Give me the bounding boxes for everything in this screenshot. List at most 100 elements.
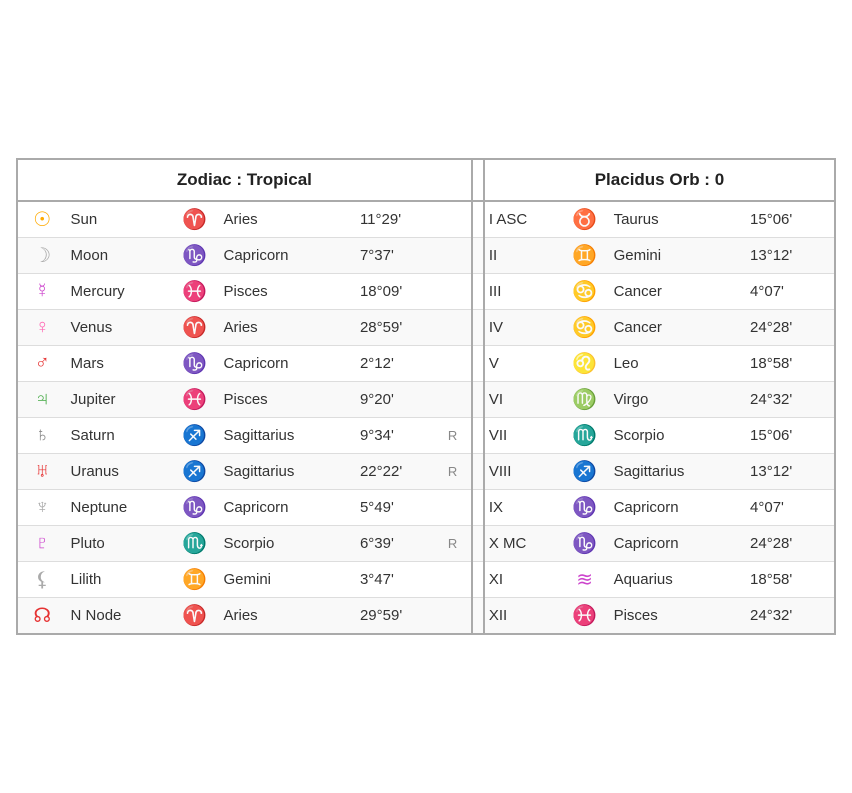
table-row: ☽ Moon ♑ Capricorn 7°37' II ♊ Gemini 13°… bbox=[18, 238, 834, 274]
left-sign-symbol: ♑ bbox=[170, 346, 220, 382]
retrograde: R bbox=[444, 526, 472, 562]
left-sign-name: Sagittarius bbox=[220, 454, 356, 490]
planet-name: Sun bbox=[67, 201, 170, 238]
planet-name: Jupiter bbox=[67, 382, 170, 418]
planet-symbol: ♅ bbox=[18, 454, 67, 490]
table-row: ☉ Sun ♈ Aries 11°29' I ASC ♉ Taurus 15°0… bbox=[18, 201, 834, 238]
left-sign-symbol: ♈ bbox=[170, 310, 220, 346]
house-label: VII bbox=[484, 418, 560, 454]
right-sign-symbol: ♓ bbox=[560, 598, 610, 634]
right-sign-name: Gemini bbox=[610, 238, 746, 274]
right-degree: 15°06' bbox=[746, 201, 834, 238]
right-degree: 24°28' bbox=[746, 526, 834, 562]
right-degree: 24°32' bbox=[746, 382, 834, 418]
left-degree: 28°59' bbox=[356, 310, 444, 346]
table-row: ♃ Jupiter ♓ Pisces 9°20' VI ♍ Virgo 24°3… bbox=[18, 382, 834, 418]
planet-name: Mars bbox=[67, 346, 170, 382]
right-sign-symbol: ♑ bbox=[560, 490, 610, 526]
retrograde bbox=[444, 382, 472, 418]
house-label: V bbox=[484, 346, 560, 382]
divider-cell bbox=[472, 418, 484, 454]
retrograde: R bbox=[444, 454, 472, 490]
divider-cell bbox=[472, 562, 484, 598]
planet-symbol: ♀ bbox=[18, 310, 67, 346]
retrograde bbox=[444, 274, 472, 310]
table-row: ♀ Venus ♈ Aries 28°59' IV ♋ Cancer 24°28… bbox=[18, 310, 834, 346]
divider-cell bbox=[472, 382, 484, 418]
left-degree: 2°12' bbox=[356, 346, 444, 382]
planet-symbol: ♂ bbox=[18, 346, 67, 382]
table-row: ☿ Mercury ♓ Pisces 18°09' III ♋ Cancer 4… bbox=[18, 274, 834, 310]
table-row: ⚸ Lilith ♊ Gemini 3°47' XI ≋ Aquarius 18… bbox=[18, 562, 834, 598]
house-label: XII bbox=[484, 598, 560, 634]
main-table-container: Zodiac : Tropical Placidus Orb : 0 ☉ Sun… bbox=[16, 158, 836, 635]
left-degree: 29°59' bbox=[356, 598, 444, 634]
planet-name: Uranus bbox=[67, 454, 170, 490]
retrograde bbox=[444, 490, 472, 526]
house-label: III bbox=[484, 274, 560, 310]
planet-name: N Node bbox=[67, 598, 170, 634]
table-row: ♆ Neptune ♑ Capricorn 5°49' IX ♑ Caprico… bbox=[18, 490, 834, 526]
retrograde bbox=[444, 562, 472, 598]
retrograde bbox=[444, 238, 472, 274]
divider-cell bbox=[472, 526, 484, 562]
table-row: ♂ Mars ♑ Capricorn 2°12' V ♌ Leo 18°58' bbox=[18, 346, 834, 382]
left-degree: 3°47' bbox=[356, 562, 444, 598]
left-sign-symbol: ♊ bbox=[170, 562, 220, 598]
house-label: XI bbox=[484, 562, 560, 598]
left-degree: 18°09' bbox=[356, 274, 444, 310]
right-degree: 4°07' bbox=[746, 490, 834, 526]
divider-cell bbox=[472, 346, 484, 382]
right-sign-name: Leo bbox=[610, 346, 746, 382]
left-sign-name: Aries bbox=[220, 310, 356, 346]
divider bbox=[472, 160, 484, 201]
house-label: II bbox=[484, 238, 560, 274]
right-sign-name: Taurus bbox=[610, 201, 746, 238]
left-sign-symbol: ♑ bbox=[170, 490, 220, 526]
left-degree: 6°39' bbox=[356, 526, 444, 562]
right-sign-symbol: ≋ bbox=[560, 562, 610, 598]
left-degree: 22°22' bbox=[356, 454, 444, 490]
right-sign-name: Cancer bbox=[610, 274, 746, 310]
planet-name: Saturn bbox=[67, 418, 170, 454]
right-sign-symbol: ♉ bbox=[560, 201, 610, 238]
planet-name: Mercury bbox=[67, 274, 170, 310]
house-label: IV bbox=[484, 310, 560, 346]
right-sign-name: Sagittarius bbox=[610, 454, 746, 490]
divider-cell bbox=[472, 201, 484, 238]
left-degree: 9°34' bbox=[356, 418, 444, 454]
right-sign-symbol: ♑ bbox=[560, 526, 610, 562]
planet-symbol: ⚸ bbox=[18, 562, 67, 598]
left-degree: 11°29' bbox=[356, 201, 444, 238]
left-header: Zodiac : Tropical bbox=[18, 160, 472, 201]
retrograde bbox=[444, 310, 472, 346]
left-sign-symbol: ♓ bbox=[170, 382, 220, 418]
left-sign-name: Gemini bbox=[220, 562, 356, 598]
divider-cell bbox=[472, 490, 484, 526]
left-degree: 5°49' bbox=[356, 490, 444, 526]
left-degree: 9°20' bbox=[356, 382, 444, 418]
left-sign-name: Pisces bbox=[220, 274, 356, 310]
right-sign-name: Aquarius bbox=[610, 562, 746, 598]
house-label: I ASC bbox=[484, 201, 560, 238]
planet-symbol: ♇ bbox=[18, 526, 67, 562]
planet-name: Venus bbox=[67, 310, 170, 346]
left-sign-symbol: ♏ bbox=[170, 526, 220, 562]
left-sign-name: Scorpio bbox=[220, 526, 356, 562]
left-sign-symbol: ♈ bbox=[170, 201, 220, 238]
right-sign-symbol: ♋ bbox=[560, 274, 610, 310]
right-degree: 15°06' bbox=[746, 418, 834, 454]
retrograde bbox=[444, 346, 472, 382]
house-label: VIII bbox=[484, 454, 560, 490]
divider-cell bbox=[472, 274, 484, 310]
right-sign-name: Capricorn bbox=[610, 526, 746, 562]
divider-cell bbox=[472, 310, 484, 346]
divider-cell bbox=[472, 454, 484, 490]
left-sign-symbol: ♓ bbox=[170, 274, 220, 310]
right-sign-symbol: ♍ bbox=[560, 382, 610, 418]
right-sign-symbol: ♏ bbox=[560, 418, 610, 454]
right-degree: 18°58' bbox=[746, 562, 834, 598]
left-degree: 7°37' bbox=[356, 238, 444, 274]
right-degree: 24°28' bbox=[746, 310, 834, 346]
table-row: ♄ Saturn ♐ Sagittarius 9°34' R VII ♏ Sco… bbox=[18, 418, 834, 454]
